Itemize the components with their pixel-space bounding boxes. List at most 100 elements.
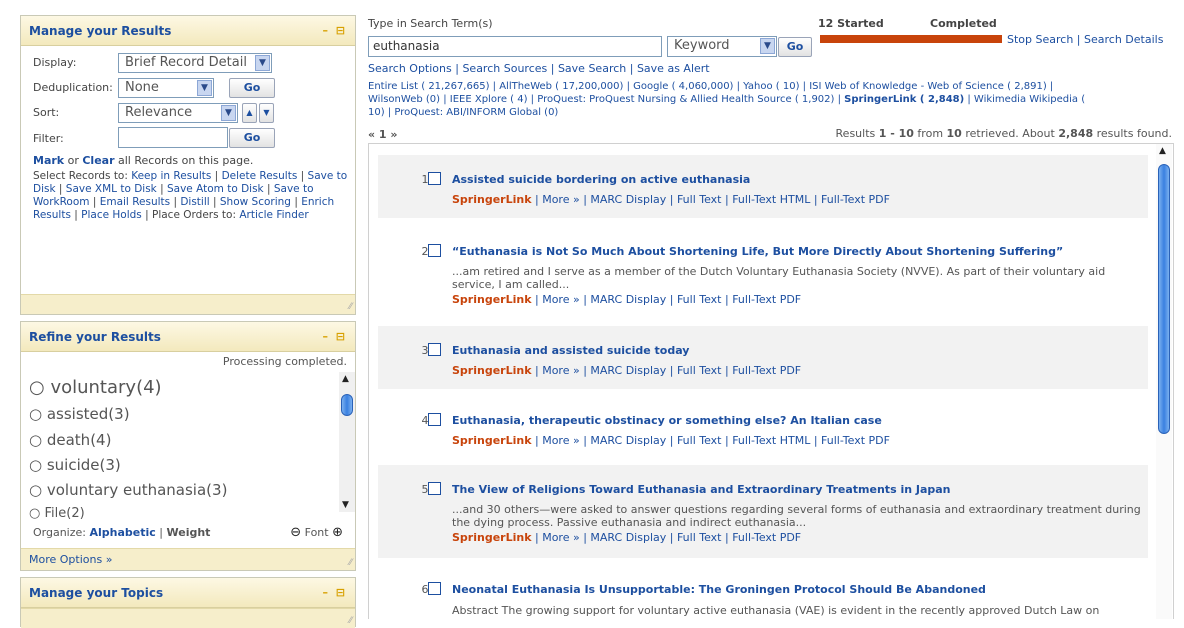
search-go-button[interactable]: Go [778, 37, 812, 57]
result-source-link[interactable]: SpringerLink [452, 434, 532, 447]
action-link[interactable]: Keep in Results [131, 170, 211, 182]
result-actions[interactable]: | More » | MARC Display | Full Text | Fu… [532, 193, 890, 206]
result-title-link[interactable]: “Euthanasia is Not So Much About Shorten… [452, 245, 1063, 258]
result-title-link[interactable]: Neonatal Euthanasia Is Unsupportable: Th… [452, 583, 986, 596]
mark-link[interactable]: Mark [33, 154, 64, 167]
weight-link[interactable]: Weight [167, 526, 211, 539]
result-links: SpringerLink | More » | MARC Display | F… [452, 434, 890, 447]
scroll-thumb[interactable] [341, 394, 353, 416]
facet-term[interactable]: assisted [47, 405, 108, 423]
sources-line[interactable]: Entire List ( 21,267,665) | AllTheWeb ( … [368, 80, 1168, 93]
resize-grip-icon[interactable]: ⁄⁄ [349, 559, 352, 568]
action-link[interactable]: Save Atom to Disk [167, 183, 264, 195]
facet-term[interactable]: File [44, 506, 66, 520]
result-title-link[interactable]: Euthanasia and assisted suicide today [452, 344, 689, 357]
action-link[interactable]: Email Results [100, 196, 170, 208]
scroll-thumb[interactable] [1158, 164, 1170, 434]
display-select[interactable]: Brief Record Detail ▼ [118, 53, 272, 73]
result-item: 4. Euthanasia, therapeutic obstinacy or s… [378, 396, 1148, 459]
search-option-link[interactable]: Search Sources [462, 62, 547, 75]
facet-scrollbar[interactable]: ▲ ▼ [339, 372, 355, 512]
action-link[interactable]: Distill [180, 196, 209, 208]
result-checkbox[interactable] [428, 343, 441, 356]
result-checkbox[interactable] [428, 413, 441, 426]
facet-term[interactable]: voluntary euthanasia [47, 481, 206, 499]
scroll-down-icon[interactable]: ▼ [342, 500, 349, 510]
sources-line[interactable]: 10) | ProQuest: ABI/INFORM Global (0) [368, 106, 1168, 119]
article-finder-link[interactable]: Article Finder [239, 209, 308, 221]
font-decrease-icon[interactable]: ⊖ [290, 525, 301, 540]
result-title-link[interactable]: Assisted suicide bordering on active eut… [452, 173, 750, 186]
sort-descending-icon[interactable]: ▼ [259, 103, 274, 123]
dedup-select[interactable]: None ▼ [118, 78, 214, 98]
panel-footer: More Options » ⁄⁄ [21, 548, 355, 570]
facet-bullet-icon: ○ [29, 506, 45, 520]
result-checkbox[interactable] [428, 482, 441, 495]
result-checkbox[interactable] [428, 582, 441, 595]
dedup-label: Deduplication: [33, 81, 113, 94]
filter-go-button[interactable]: Go [229, 128, 275, 148]
more-options-link[interactable]: More Options » [29, 553, 112, 566]
facet-item[interactable]: ○ voluntary(4) [29, 377, 162, 398]
search-option-link[interactable]: Save Search [558, 62, 626, 75]
facet-bullet-icon: ○ [29, 481, 47, 499]
result-title-link[interactable]: Euthanasia, therapeutic obstinacy or som… [452, 414, 882, 427]
facet-item[interactable]: ○ File(2) [29, 506, 85, 520]
action-link[interactable]: Save XML to Disk [66, 183, 157, 195]
results-summary: Results 1 - 10 from 10 retrieved. About … [835, 127, 1172, 140]
font-increase-icon[interactable]: ⊕ [332, 525, 343, 540]
facet-count: (3) [108, 405, 130, 423]
panel-controls[interactable]: – ⊟ [322, 16, 347, 46]
dedup-go-button[interactable]: Go [229, 78, 275, 98]
result-checkbox[interactable] [428, 244, 441, 257]
resize-grip-icon[interactable]: ⁄⁄ [349, 303, 352, 312]
panel-header: Manage your Results – ⊟ [21, 16, 355, 46]
facet-item[interactable]: ○ assisted(3) [29, 405, 130, 423]
search-option-link[interactable]: Save as Alert [637, 62, 710, 75]
result-actions[interactable]: | More » | MARC Display | Full Text | Fu… [532, 293, 801, 306]
sources-active[interactable]: SpringerLink ( 2,848) [844, 94, 964, 105]
facet-term[interactable]: suicide [47, 456, 100, 474]
sort-select[interactable]: Relevance ▼ [118, 103, 238, 123]
action-link[interactable]: Delete Results [222, 170, 298, 182]
result-source-link[interactable]: SpringerLink [452, 193, 532, 206]
action-link[interactable]: Show Scoring [220, 196, 291, 208]
select-records-label: Select Records to: [33, 170, 132, 182]
search-progress-bar [820, 35, 1002, 43]
search-field-select[interactable]: Keyword ▼ [667, 36, 777, 57]
search-option-link[interactable]: Search Options [368, 62, 452, 75]
facet-term[interactable]: death [47, 431, 90, 449]
alphabetic-link[interactable]: Alphabetic [90, 526, 156, 539]
results-scrollbar[interactable]: ▲ [1156, 144, 1172, 619]
scroll-up-icon[interactable]: ▲ [342, 374, 349, 384]
stop-search-link[interactable]: Stop Search [1007, 33, 1073, 46]
filter-input[interactable] [118, 127, 228, 148]
result-source-link[interactable]: SpringerLink [452, 364, 532, 377]
result-source-link[interactable]: SpringerLink [452, 293, 532, 306]
panel-controls[interactable]: – ⊟ [322, 578, 347, 608]
facet-item[interactable]: ○ voluntary euthanasia(3) [29, 481, 227, 499]
result-actions[interactable]: | More » | MARC Display | Full Text | Fu… [532, 434, 890, 447]
resize-grip-icon[interactable]: ⁄⁄ [349, 617, 352, 626]
clear-link[interactable]: Clear [82, 154, 114, 167]
facet-item[interactable]: ○ death(4) [29, 431, 111, 449]
search-input[interactable]: euthanasia [368, 36, 662, 57]
result-title-link[interactable]: The View of Religions Toward Euthanasia … [452, 483, 951, 496]
sort-ascending-icon[interactable]: ▲ [242, 103, 257, 123]
result-checkbox[interactable] [428, 172, 441, 185]
result-source-link[interactable]: SpringerLink [452, 531, 532, 544]
panel-controls[interactable]: – ⊟ [322, 322, 347, 352]
pager[interactable]: « 1 » [368, 128, 398, 141]
facet-term[interactable]: voluntary [50, 377, 136, 398]
scroll-up-icon[interactable]: ▲ [1159, 146, 1166, 156]
result-actions[interactable]: | More » | MARC Display | Full Text | Fu… [532, 364, 801, 377]
facet-count: (4) [90, 431, 112, 449]
font-size-control: ⊖ Font ⊕ [290, 525, 343, 540]
search-details-link[interactable]: Search Details [1084, 33, 1163, 46]
sources-line[interactable]: WilsonWeb (0) | IEEE Xplore ( 4) | ProQu… [368, 93, 1168, 106]
result-actions[interactable]: | More » | MARC Display | Full Text | Fu… [532, 531, 801, 544]
panel-title: Manage your Topics [29, 586, 164, 600]
action-link[interactable]: Place Holds [81, 209, 142, 221]
refine-results-panel: Refine your Results – ⊟ Processing comple… [20, 321, 356, 571]
facet-item[interactable]: ○ suicide(3) [29, 456, 121, 474]
